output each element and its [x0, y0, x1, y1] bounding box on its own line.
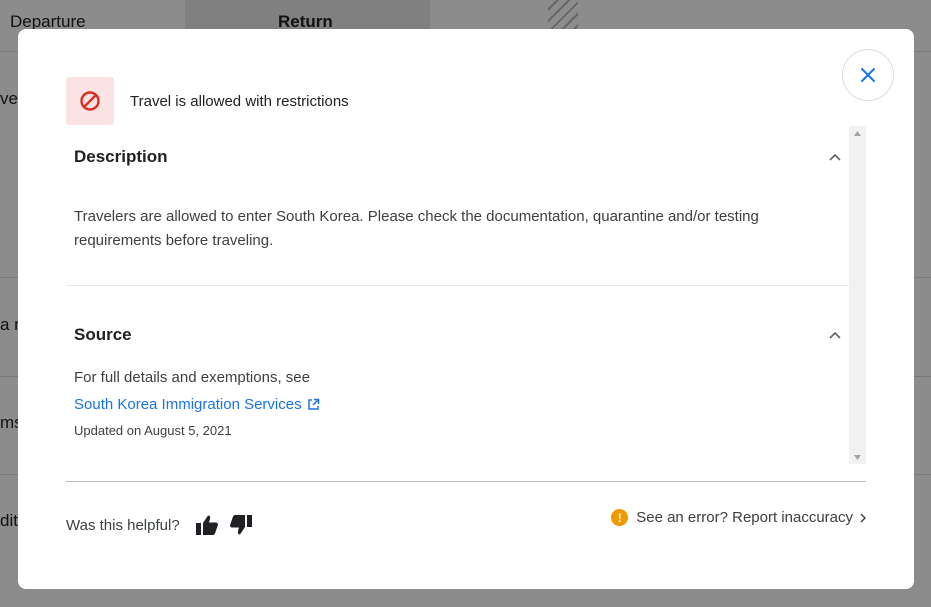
source-intro: For full details and exemptions, see — [74, 369, 310, 386]
description-title: Description — [74, 147, 168, 166]
source-updated-date: Updated on August 5, 2021 — [74, 423, 232, 438]
status-icon-box — [66, 77, 114, 125]
warning-icon: ! — [611, 509, 629, 526]
source-section: Source For full details and exemptions, … — [66, 286, 849, 464]
travel-status: Travel is allowed with restrictions — [66, 77, 349, 125]
chevron-right-icon — [860, 513, 866, 523]
chevron-up-icon[interactable] — [827, 327, 843, 343]
travel-restrictions-dialog: Travel is allowed with restrictions Desc… — [18, 29, 914, 589]
close-button[interactable] — [842, 49, 894, 101]
thumbs-down-icon — [229, 515, 252, 535]
source-link-label: South Korea Immigration Services — [74, 396, 302, 413]
source-link[interactable]: South Korea Immigration Services — [74, 396, 320, 413]
report-inaccuracy-label: See an error? Report inaccuracy — [636, 509, 853, 526]
restrictions-scroll-area[interactable]: Description Travelers are allowed to ent… — [66, 126, 866, 464]
thumbs-up-icon — [195, 515, 218, 535]
source-title: Source — [74, 325, 132, 344]
close-icon — [861, 68, 875, 82]
thumbs-up-button[interactable] — [194, 512, 220, 538]
scrollbar[interactable] — [849, 126, 866, 464]
helpful-question: Was this helpful? — [66, 516, 180, 534]
report-inaccuracy-link[interactable]: ! See an error? Report inaccuracy — [611, 509, 866, 526]
external-link-icon — [307, 398, 320, 411]
scroll-up-arrow-icon[interactable] — [849, 126, 866, 140]
scrollbar-thumb[interactable] — [851, 142, 864, 442]
thumbs-down-button[interactable] — [228, 512, 254, 538]
helpful-feedback: Was this helpful? — [66, 512, 254, 538]
no-entry-icon — [80, 91, 100, 111]
status-text: Travel is allowed with restrictions — [130, 92, 349, 110]
footer-divider — [66, 481, 866, 482]
scroll-down-arrow-icon[interactable] — [849, 450, 866, 464]
description-section: Description Travelers are allowed to ent… — [66, 126, 849, 286]
source-header[interactable]: Source — [66, 286, 849, 345]
description-header[interactable]: Description — [66, 126, 849, 167]
restrictions-content: Description Travelers are allowed to ent… — [66, 126, 849, 464]
description-text: Travelers are allowed to enter South Kor… — [74, 208, 759, 249]
chevron-up-icon[interactable] — [827, 149, 843, 165]
